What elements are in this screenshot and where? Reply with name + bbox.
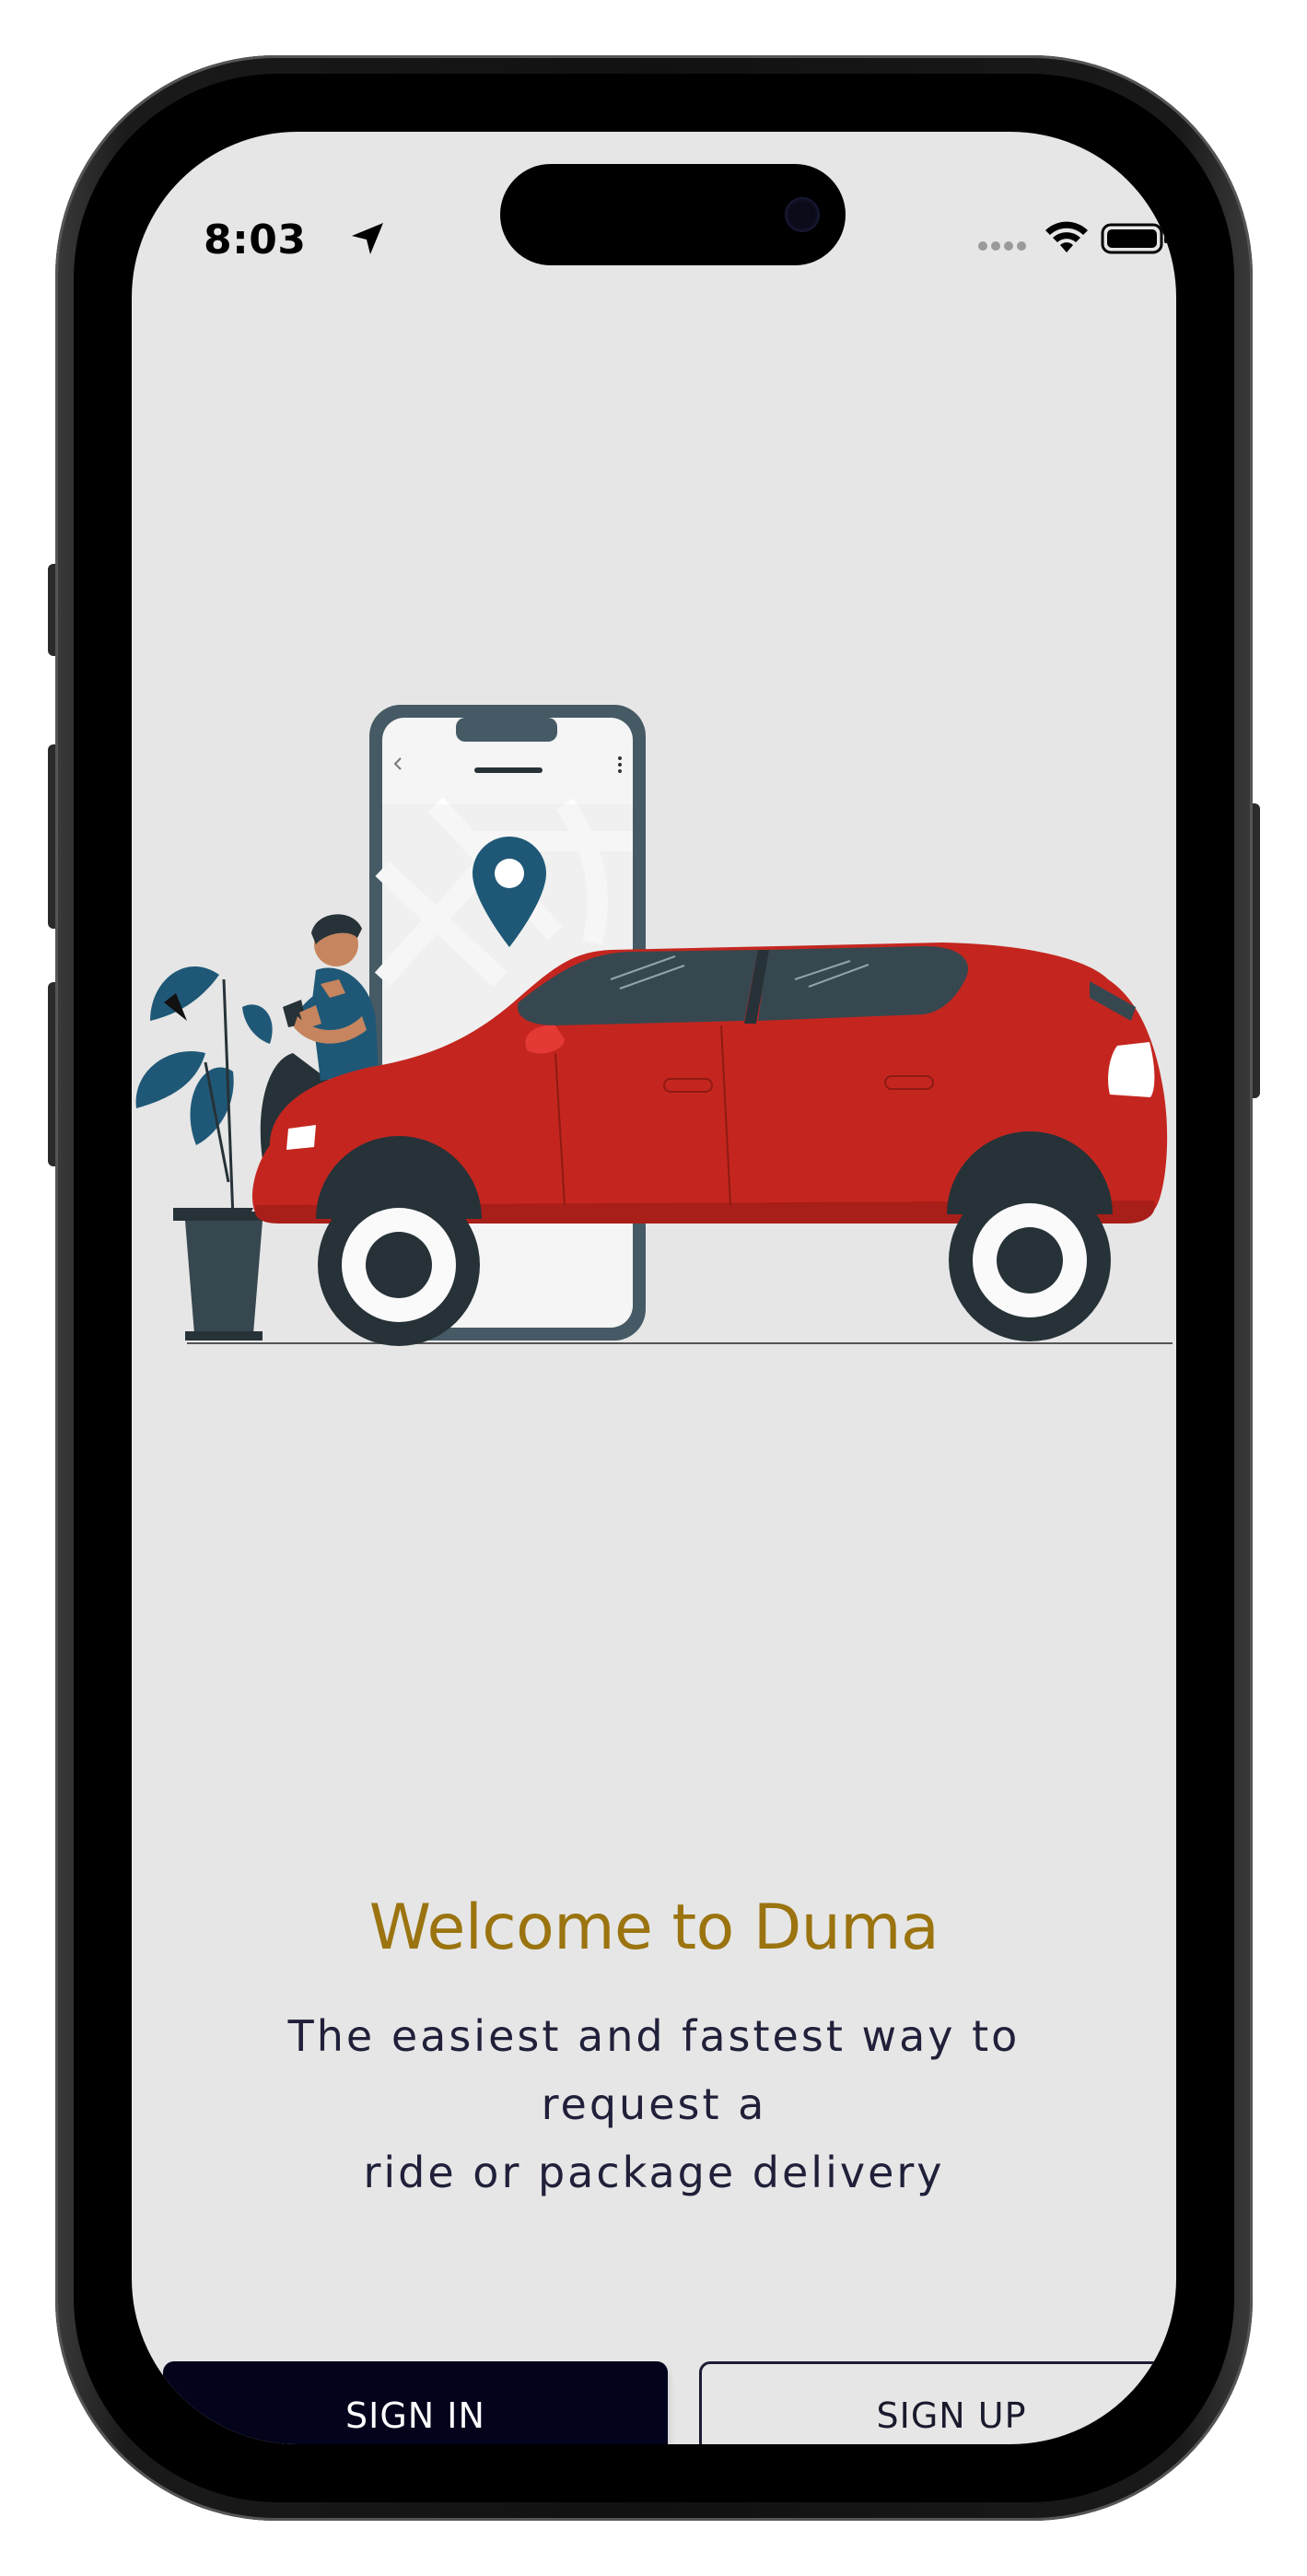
app-screen: 8:03 Welcome to Duma The easiest and fas… bbox=[132, 132, 1176, 2444]
sign-in-button[interactable]: SIGN IN bbox=[163, 2361, 668, 2444]
cellular-signal-icon bbox=[978, 241, 1026, 251]
dynamic-island bbox=[500, 164, 846, 265]
phone-frame: 8:03 Welcome to Duma The easiest and fas… bbox=[55, 55, 1253, 2521]
status-time: 8:03 bbox=[204, 217, 307, 263]
welcome-title: Welcome to Duma bbox=[368, 1891, 939, 1964]
phone-bezel: 8:03 Welcome to Duma The easiest and fas… bbox=[74, 74, 1234, 2502]
hero-illustration bbox=[135, 705, 1173, 1346]
front-camera bbox=[785, 197, 820, 232]
welcome-subtitle-line-2: ride or package delivery bbox=[363, 2148, 945, 2197]
sign-up-button[interactable]: SIGN UP bbox=[699, 2361, 1176, 2444]
welcome-subtitle: The easiest and fastest way to request a… bbox=[242, 2002, 1066, 2207]
plant-illustration bbox=[135, 966, 274, 1341]
battery-icon bbox=[1101, 223, 1169, 254]
location-arrow-icon bbox=[352, 223, 383, 254]
wifi-icon bbox=[1045, 221, 1088, 252]
welcome-subtitle-line-1: The easiest and fastest way to request a bbox=[287, 2011, 1021, 2129]
